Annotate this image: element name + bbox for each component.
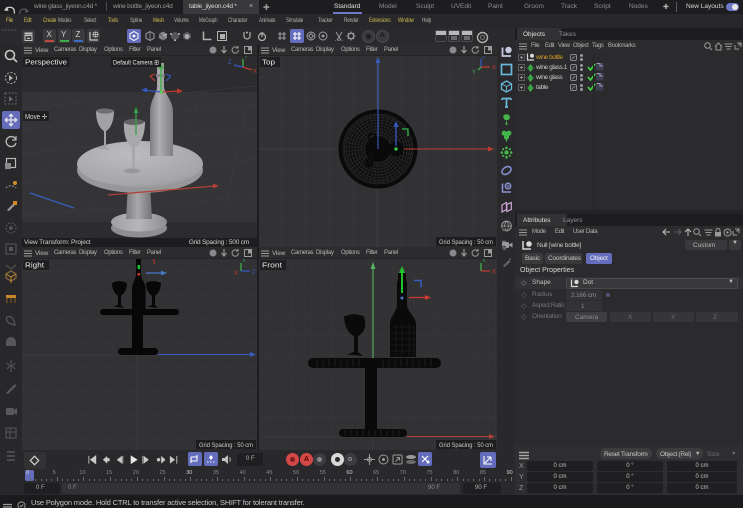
svg-text:Y: Y <box>472 70 476 76</box>
svg-text:Front: Front <box>262 263 282 270</box>
svg-text:X: X <box>492 270 496 276</box>
svg-text:Top: Top <box>262 60 275 67</box>
svg-text:Y: Y <box>244 56 248 60</box>
svg-text:Default Camera ⊞: Default Camera ⊞ <box>113 60 159 67</box>
svg-text:Z: Z <box>228 60 232 66</box>
svg-text:01: 01 <box>502 246 506 250</box>
svg-text:X: X <box>492 66 496 72</box>
svg-text:X: X <box>253 69 257 75</box>
svg-text:Grid Spacing : 50 cm: Grid Spacing : 50 cm <box>439 239 493 246</box>
svg-text:Y: Y <box>242 259 246 264</box>
svg-text:Y: Y <box>482 259 486 264</box>
svg-text:Grid Spacing : 50 cm: Grid Spacing : 50 cm <box>439 442 493 449</box>
svg-text:01: 01 <box>502 228 506 232</box>
svg-text:Move ✛: Move ✛ <box>25 113 47 121</box>
svg-text:Z: Z <box>252 270 256 276</box>
svg-text:X: X <box>234 271 238 277</box>
svg-text:Grid Spacing : 50 cm: Grid Spacing : 50 cm <box>199 442 253 449</box>
svg-text:Right: Right <box>25 263 44 270</box>
svg-text:Perspective: Perspective <box>25 60 67 67</box>
svg-text:Z: Z <box>482 56 486 60</box>
